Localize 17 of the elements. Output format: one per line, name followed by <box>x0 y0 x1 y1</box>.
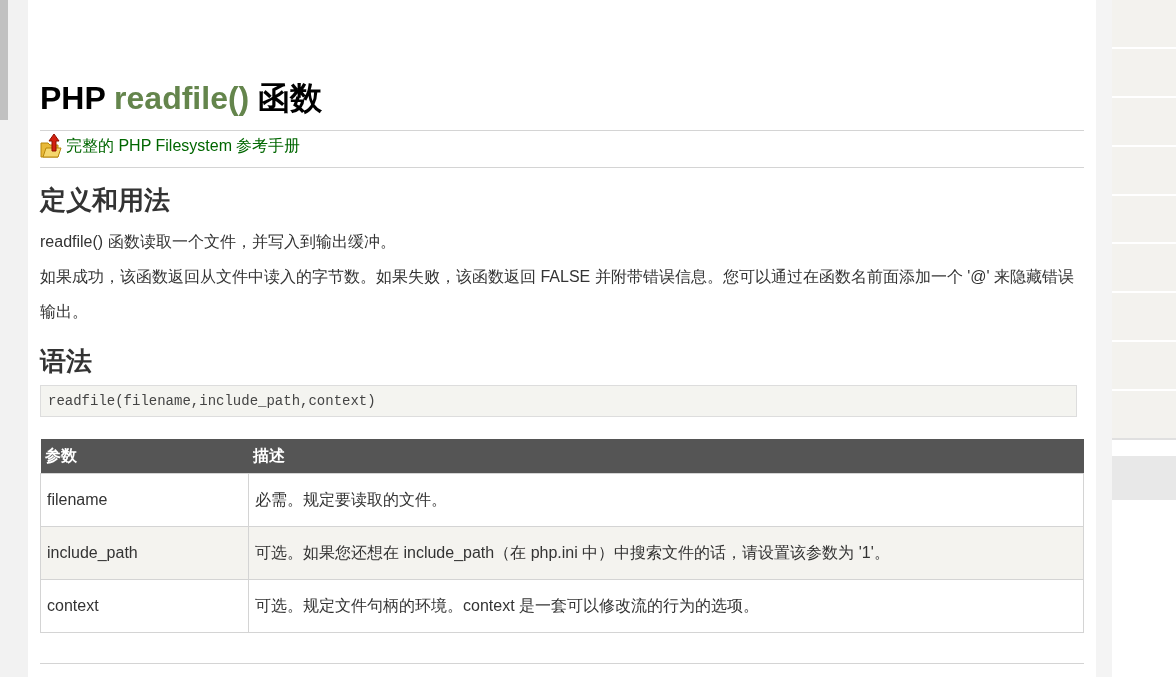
section-heading: 语法 <box>40 345 93 377</box>
column-header: 参数 <box>40 439 249 474</box>
folder-up-arrow-icon <box>40 133 62 159</box>
paragraph: readfile() 函数读取一个文件，并写入到输出缓冲。 <box>40 232 397 252</box>
section-heading: 定义和用法 <box>40 184 171 216</box>
code-block: readfile(filename,include_path,context) <box>40 385 1077 417</box>
page-title: PHP readfile() 函数 <box>40 79 324 118</box>
table-cell: 可选。规定文件句柄的环境。context 是一套可以修改流的行为的选项。 <box>248 579 1084 633</box>
scrollbar-thumb[interactable] <box>0 0 8 120</box>
table-cell: include_path <box>40 526 249 580</box>
table-cell: filename <box>40 473 249 527</box>
table-cell: context <box>40 579 249 633</box>
column-header: 描述 <box>248 439 1084 474</box>
table-cell: 必需。规定要读取的文件。 <box>248 473 1084 527</box>
paragraph: 如果成功，该函数返回从文件中读入的字节数。如果失败，该函数返回 FALSE 并附带错误信息。您可以通过在函数名前面添加一个 '@' 来隐藏错误输出。 <box>40 267 1075 322</box>
reference-link[interactable]: 完整的 PHP Filesystem 参考手册 <box>66 136 301 157</box>
table-cell: 可选。如果您还想在 include_path（在 php.ini 中）中搜索文件的话，请设置该参数为 '1'。 <box>248 526 1084 580</box>
